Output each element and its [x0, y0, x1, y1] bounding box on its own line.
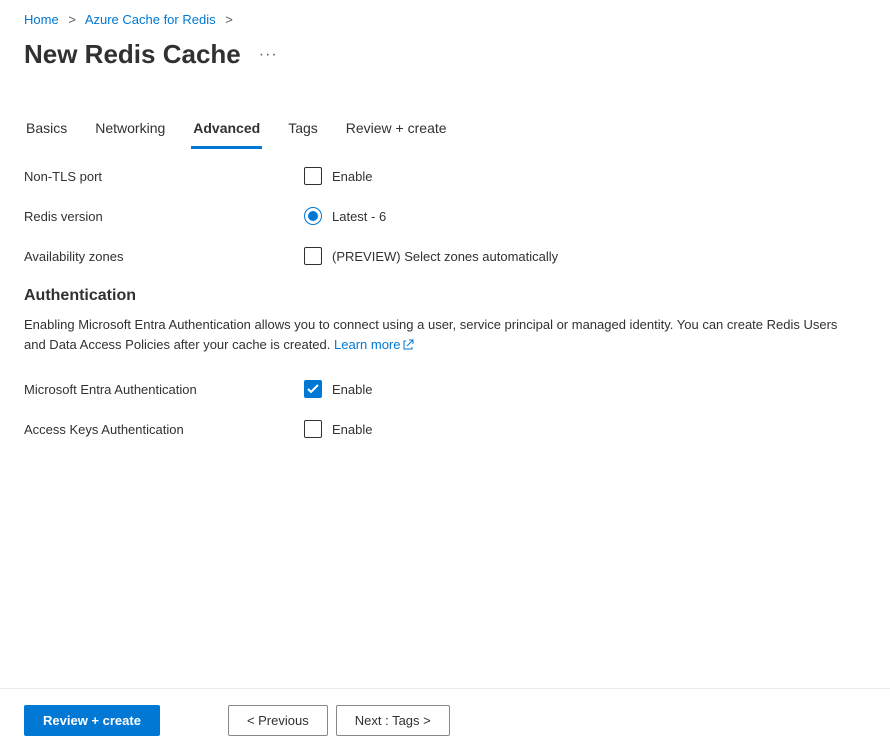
- option-label-redis-version: Latest - 6: [332, 209, 386, 224]
- row-entra-auth: Microsoft Entra Authentication Enable: [24, 380, 866, 398]
- previous-button[interactable]: < Previous: [228, 705, 328, 736]
- row-availability-zones: Availability zones (PREVIEW) Select zone…: [24, 247, 866, 265]
- breadcrumb-home[interactable]: Home: [24, 12, 59, 27]
- tab-basics[interactable]: Basics: [24, 114, 69, 149]
- chevron-right-icon: >: [68, 12, 76, 27]
- more-actions-button[interactable]: ···: [255, 46, 282, 64]
- page-title: New Redis Cache: [24, 39, 241, 70]
- radio-redis-version-latest[interactable]: [304, 207, 322, 225]
- label-access-keys-auth: Access Keys Authentication: [24, 422, 304, 437]
- tab-tags[interactable]: Tags: [286, 114, 320, 149]
- wizard-footer: Review + create < Previous Next : Tags >: [0, 688, 890, 752]
- row-non-tls-port: Non-TLS port Enable: [24, 167, 866, 185]
- label-availability-zones: Availability zones: [24, 249, 304, 264]
- option-label-non-tls: Enable: [332, 169, 372, 184]
- label-entra-auth: Microsoft Entra Authentication: [24, 382, 304, 397]
- checkbox-access-keys-auth[interactable]: [304, 420, 322, 438]
- form-area: Non-TLS port Enable Redis version Latest…: [0, 149, 890, 438]
- chevron-right-icon: >: [225, 12, 233, 27]
- row-access-keys-auth: Access Keys Authentication Enable: [24, 420, 866, 438]
- breadcrumb: Home > Azure Cache for Redis >: [0, 0, 890, 31]
- option-label-access-keys: Enable: [332, 422, 372, 437]
- option-label-entra: Enable: [332, 382, 372, 397]
- section-description-authentication: Enabling Microsoft Entra Authentication …: [24, 315, 844, 356]
- label-non-tls-port: Non-TLS port: [24, 169, 304, 184]
- tab-review-create[interactable]: Review + create: [344, 114, 449, 149]
- learn-more-link[interactable]: Learn more: [334, 337, 414, 352]
- review-create-button[interactable]: Review + create: [24, 705, 160, 736]
- tab-networking[interactable]: Networking: [93, 114, 167, 149]
- row-redis-version: Redis version Latest - 6: [24, 207, 866, 225]
- section-heading-authentication: Authentication: [24, 287, 866, 305]
- tab-advanced[interactable]: Advanced: [191, 114, 262, 149]
- next-button[interactable]: Next : Tags >: [336, 705, 450, 736]
- label-redis-version: Redis version: [24, 209, 304, 224]
- checkbox-non-tls-port[interactable]: [304, 167, 322, 185]
- checkbox-entra-auth[interactable]: [304, 380, 322, 398]
- breadcrumb-azure-cache[interactable]: Azure Cache for Redis: [85, 12, 216, 27]
- page-header: New Redis Cache ···: [0, 31, 890, 90]
- option-label-availability-zones: (PREVIEW) Select zones automatically: [332, 249, 558, 264]
- auth-description-text: Enabling Microsoft Entra Authentication …: [24, 317, 837, 352]
- checkbox-availability-zones[interactable]: [304, 247, 322, 265]
- external-link-icon: [402, 337, 414, 357]
- tabs: Basics Networking Advanced Tags Review +…: [0, 114, 890, 149]
